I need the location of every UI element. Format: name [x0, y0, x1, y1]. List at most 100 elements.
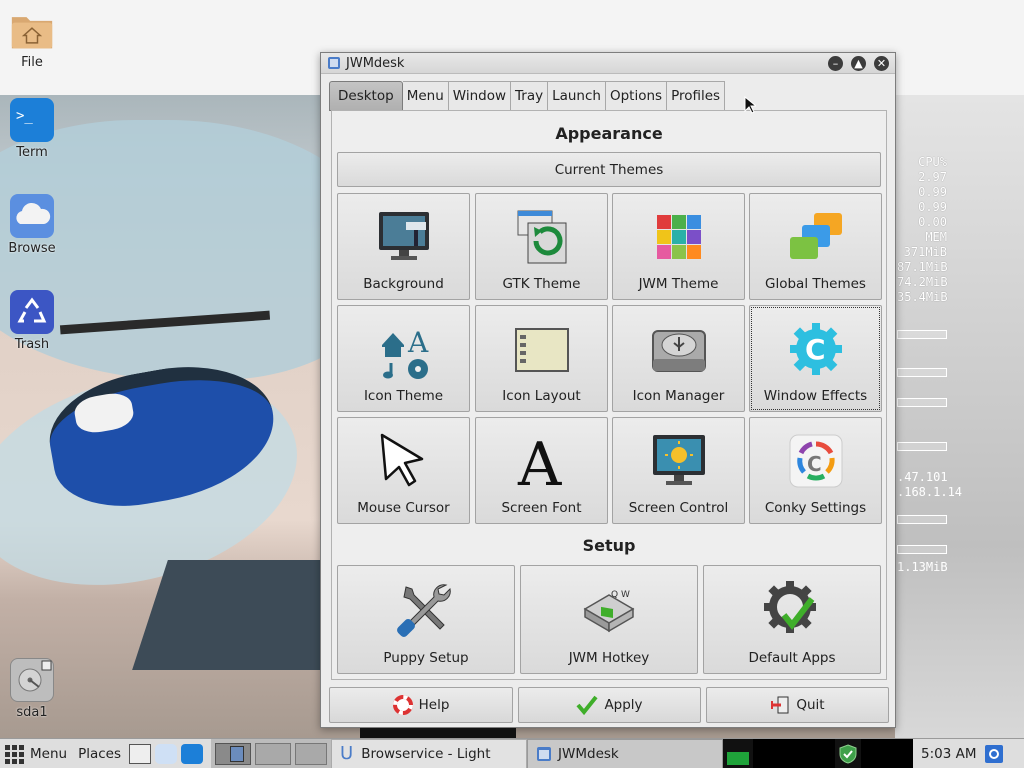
current-themes-button[interactable]: Current Themes — [337, 152, 881, 187]
quit-button[interactable]: Quit — [706, 687, 889, 723]
tools-icon — [397, 584, 451, 637]
terminal-launcher-icon[interactable] — [181, 743, 204, 764]
task-label: Browservice - Light — [361, 745, 491, 762]
screen-font-button[interactable]: A Screen Font — [475, 417, 608, 524]
tab-options[interactable]: Options — [605, 81, 668, 111]
tab-window[interactable]: Window — [448, 81, 511, 111]
minimize-button[interactable]: – — [828, 56, 843, 71]
desktop-icon-trash[interactable]: Trash — [0, 290, 68, 352]
tab-tray[interactable]: Tray — [511, 81, 549, 111]
setup-heading: Setup — [582, 536, 636, 555]
jwm-theme-button[interactable]: JWM Theme — [612, 193, 745, 300]
keyboard-keys-icon: Q W — [583, 590, 635, 633]
conky-line: 35.4MiB — [897, 290, 948, 304]
pager-workspace-2[interactable] — [255, 742, 292, 765]
maximize-button[interactable]: ▲ — [851, 56, 866, 71]
conky-bar — [897, 330, 947, 339]
conky-settings-button[interactable]: C Conky Settings — [749, 417, 882, 524]
svg-text:A: A — [407, 326, 429, 359]
window-shadow-strip — [360, 728, 516, 738]
firewall-tray-icon[interactable] — [835, 738, 862, 768]
background-label: Background — [363, 276, 444, 292]
window-title: JWMdesk — [346, 55, 405, 71]
conky-line: CPU% — [918, 155, 947, 169]
network-monitor-icon[interactable] — [723, 738, 754, 768]
gtk-theme-button[interactable]: GTK Theme — [475, 193, 608, 300]
icon-theme-button[interactable]: A Icon Theme — [337, 305, 470, 412]
harddisk-icon — [10, 658, 54, 702]
screen-control-label: Screen Control — [628, 500, 729, 516]
stacked-windows-icon — [789, 213, 842, 259]
conky-line: 371MiB — [903, 245, 947, 259]
desktop-icon-term[interactable]: >_ Term — [0, 98, 68, 160]
background-button[interactable]: Background — [337, 193, 470, 300]
help-label: Help — [418, 697, 450, 713]
screen-font-label: Screen Font — [501, 500, 582, 516]
tab-bar: Desktop Menu Window Tray Launch Options … — [329, 81, 726, 111]
exit-door-icon — [771, 696, 789, 714]
conky-icon: C — [789, 434, 842, 488]
mouse-pointer-icon — [380, 433, 423, 487]
help-button[interactable]: Help — [329, 687, 513, 723]
tab-menu[interactable]: Menu — [402, 81, 449, 111]
mouse-pointer-icon — [744, 96, 756, 114]
icon-manager-button[interactable]: Icon Manager — [612, 305, 745, 412]
shield-icon — [839, 743, 857, 764]
desktop-icon-label: sda1 — [16, 705, 48, 720]
current-themes-label: Current Themes — [554, 161, 664, 178]
desktop-icon-sda1[interactable]: sda1 — [0, 658, 68, 720]
jwmdesk-window[interactable]: JWMdesk – ▲ ✕ Desktop Menu Window Tray L… — [320, 52, 896, 728]
dialog-button-bar: Help Apply Quit — [321, 685, 895, 729]
cloud-icon — [10, 194, 54, 238]
tab-launch[interactable]: Launch — [548, 81, 606, 111]
window-effects-label: Window Effects — [763, 388, 868, 404]
desktop-icon-label: File — [21, 55, 43, 70]
conky-bar — [897, 398, 947, 407]
conky-line: 0.00 — [918, 215, 947, 229]
quick-launch — [129, 739, 204, 768]
task-jwmdesk[interactable]: JWMdesk — [527, 738, 724, 768]
window-titlebar[interactable]: JWMdesk – ▲ ✕ — [321, 53, 895, 74]
svg-text:>_: >_ — [16, 108, 33, 124]
places-button[interactable]: Places — [78, 739, 121, 768]
lifebuoy-icon — [392, 695, 413, 715]
svg-text:C: C — [805, 333, 826, 366]
icon-layout-button[interactable]: Icon Layout — [475, 305, 608, 412]
puppy-setup-button[interactable]: Puppy Setup — [337, 565, 515, 674]
menu-button[interactable]: Menu — [0, 739, 67, 768]
desktop-icon-file[interactable]: File — [0, 8, 68, 70]
icon-layout-label: Icon Layout — [502, 388, 581, 404]
tab-profiles[interactable]: Profiles — [667, 81, 726, 111]
task-browservice[interactable]: U Browservice - Light — [331, 738, 528, 768]
browser-launcher-icon[interactable] — [155, 743, 178, 764]
jwm-hotkey-button[interactable]: Q W JWM Hotkey — [520, 565, 698, 674]
window-effects-button[interactable]: C Window Effects — [749, 305, 882, 412]
window-app-icon — [328, 57, 340, 69]
desktop-tab-panel: Appearance Current Themes Background GTK… — [331, 110, 887, 680]
monitor-paint-icon — [378, 212, 429, 260]
mouse-cursor-button[interactable]: Mouse Cursor — [337, 417, 470, 524]
terminal-icon: >_ — [10, 98, 54, 142]
desktop-icon-label: Trash — [14, 337, 50, 352]
places-label: Places — [78, 745, 122, 762]
default-apps-button[interactable]: Default Apps — [703, 565, 881, 674]
tab-desktop[interactable]: Desktop — [329, 81, 403, 111]
file-manager-launcher-icon[interactable] — [129, 743, 152, 764]
global-themes-button[interactable]: Global Themes — [749, 193, 882, 300]
pager-workspace-3[interactable] — [295, 742, 328, 765]
close-button[interactable]: ✕ — [874, 56, 889, 71]
screen-control-button[interactable]: Screen Control — [612, 417, 745, 524]
conky-bar — [897, 545, 947, 554]
clock[interactable]: 5:03 AM — [921, 739, 977, 768]
conky-line: 0.99 — [918, 185, 947, 199]
show-desktop-button[interactable] — [984, 739, 1005, 768]
jwm-theme-label: JWM Theme — [638, 276, 719, 292]
clock-label: 5:03 AM — [921, 745, 977, 762]
taskbar: Menu Places U Browservice - Light JWMdes… — [0, 738, 1024, 768]
mouse-cursor-label: Mouse Cursor — [357, 500, 450, 516]
desktop-icon-label: Term — [16, 145, 48, 160]
workspace-pager[interactable] — [211, 738, 332, 768]
desktop-icon-browse[interactable]: Browse — [0, 194, 68, 256]
apply-button[interactable]: Apply — [518, 687, 701, 723]
conky-line: MEM — [925, 230, 947, 244]
